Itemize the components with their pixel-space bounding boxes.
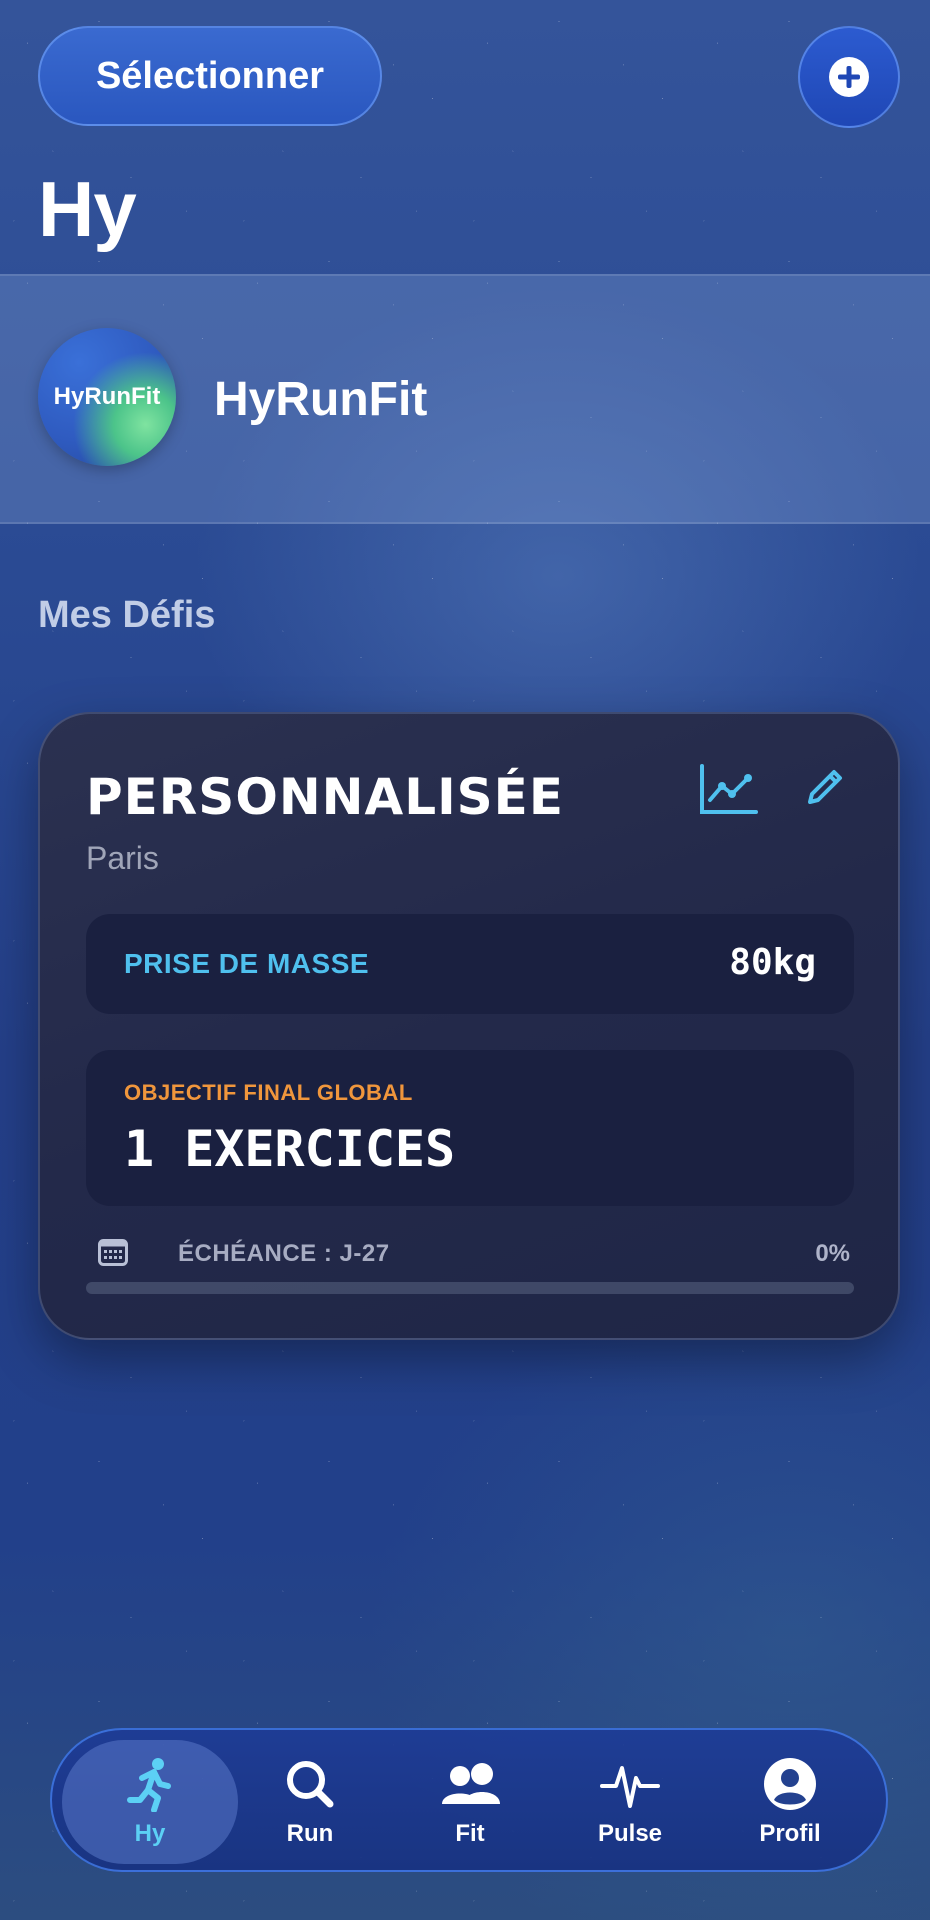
tab-bar: Hy Run Fit Pulse Profil xyxy=(50,1728,888,1872)
pulse-icon xyxy=(600,1766,660,1808)
tab-label: Pulse xyxy=(597,1820,663,1847)
group-avatar: HyRunFit xyxy=(38,328,176,466)
metric-value: 80kg xyxy=(729,942,816,983)
metric-box: PRISE DE MASSE 80kg xyxy=(86,914,854,1014)
group-avatar-text: HyRunFit xyxy=(53,383,161,410)
search-icon xyxy=(287,1761,334,1808)
section-title: Mes Défis xyxy=(38,594,216,636)
group-row-hyrunfit[interactable]: HyRunFit HyRunFit xyxy=(0,274,930,524)
tab-label: Hy xyxy=(134,1820,166,1847)
pencil-icon[interactable] xyxy=(802,764,848,810)
goal-box: OBJECTIF FINAL GLOBAL 1 EXERCICES xyxy=(86,1050,854,1206)
challenge-location: Paris xyxy=(86,840,159,876)
challenge-card[interactable]: PERSONNALISÉE Paris PRISE DE MASSE 80kg … xyxy=(38,712,900,1340)
progress-percent: 0% xyxy=(815,1240,850,1267)
group-name: HyRunFit xyxy=(214,373,428,426)
goal-label: OBJECTIF FINAL GLOBAL xyxy=(124,1080,413,1105)
people-icon xyxy=(442,1763,500,1804)
goal-value: 1 EXERCICES xyxy=(124,1120,456,1178)
plus-circle-icon xyxy=(829,57,869,97)
profile-icon xyxy=(764,1758,816,1810)
metric-label: PRISE DE MASSE xyxy=(124,948,370,979)
tab-fit[interactable]: Fit xyxy=(382,1740,558,1864)
chart-icon[interactable] xyxy=(698,764,758,816)
progress-bar xyxy=(86,1282,854,1294)
tab-pulse[interactable]: Pulse xyxy=(542,1740,718,1864)
runner-icon xyxy=(127,1758,171,1812)
tab-run[interactable]: Run xyxy=(222,1740,398,1864)
tab-label: Fit xyxy=(455,1820,485,1847)
select-button[interactable]: Sélectionner xyxy=(38,26,382,126)
page-title: Hy xyxy=(38,165,137,253)
challenge-title: PERSONNALISÉE xyxy=(86,768,564,826)
tab-label: Profil xyxy=(759,1820,821,1847)
add-button[interactable] xyxy=(798,26,900,128)
tab-label: Run xyxy=(286,1820,334,1847)
tab-hy[interactable]: Hy xyxy=(62,1740,238,1864)
tab-profil[interactable]: Profil xyxy=(702,1740,878,1864)
deadline-text: ÉCHÉANCE : J-27 xyxy=(178,1240,390,1267)
calendar-icon xyxy=(98,1239,128,1266)
select-button-label: Sélectionner xyxy=(95,54,325,97)
